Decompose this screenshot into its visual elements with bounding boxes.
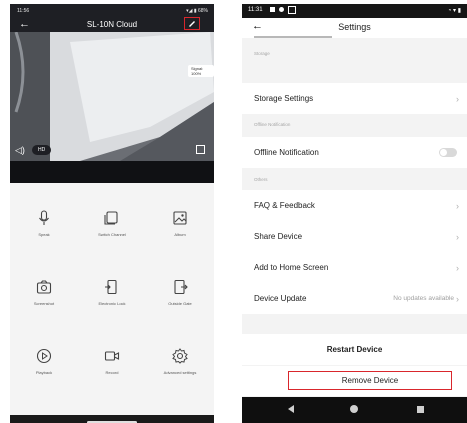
- control-label: Switch Channel: [98, 232, 126, 237]
- album-control[interactable]: Album: [146, 210, 214, 237]
- camera-header: ← SL-10N Cloud: [10, 17, 214, 32]
- speaker-icon[interactable]: ◁): [15, 145, 25, 156]
- control-label: Playback: [35, 370, 53, 375]
- navigation-bar: [242, 397, 467, 423]
- notification-icon: [270, 7, 275, 12]
- signal-badge: Signal: 100%: [188, 65, 214, 77]
- remove-device-area: Remove Device: [242, 366, 467, 396]
- page-title: Settings: [338, 22, 371, 32]
- switch-channel-icon: [104, 211, 118, 225]
- status-time: 11:31: [248, 7, 263, 13]
- section-storage: Storage: [254, 51, 270, 56]
- control-label: Album: [174, 232, 186, 237]
- mic-icon: [39, 210, 49, 225]
- electronic-lock-control[interactable]: Electronic Lock: [78, 279, 146, 306]
- status-time: 11:56: [17, 8, 30, 14]
- playback-control[interactable]: Playback: [10, 348, 78, 375]
- status-bar: 11:31 ◔ ▾ ▮: [242, 4, 467, 18]
- settings-screen: 11:31 ◔ ▾ ▮ ← Settings Storage Storage S…: [242, 4, 467, 423]
- record-control[interactable]: Record: [78, 348, 146, 375]
- row-share-device[interactable]: Share Device ›: [242, 221, 467, 252]
- advanced-settings-control[interactable]: Advanced settings: [146, 348, 214, 375]
- chevron-right-icon: ›: [456, 293, 459, 304]
- row-add-to-home-screen[interactable]: Add to Home Screen ›: [242, 252, 467, 283]
- outside-gate-icon: [174, 279, 188, 295]
- camera-live-screen: 11:56 ▾◢ ▮ 68% ← SL-10N Cloud Signal: 10…: [10, 4, 214, 423]
- row-label: FAQ & Feedback: [254, 201, 315, 210]
- row-label: Storage Settings: [254, 94, 314, 103]
- control-label: Speak: [38, 232, 50, 237]
- toggle-knob: [440, 149, 447, 156]
- camera-icon: [36, 280, 52, 294]
- gear-icon: [172, 348, 188, 364]
- nav-home-icon[interactable]: [350, 405, 358, 413]
- row-label: Add to Home Screen: [254, 263, 329, 272]
- pencil-icon: [189, 21, 195, 27]
- control-label: Outside Gate: [168, 301, 192, 306]
- fullscreen-icon[interactable]: [196, 145, 205, 154]
- row-label: Offline Notification: [254, 148, 319, 157]
- screenshot-control[interactable]: Screenshot: [10, 279, 78, 306]
- notification-icon: [288, 6, 296, 14]
- offline-notification-toggle[interactable]: [439, 148, 457, 157]
- status-indicators: ◔ ▾ ▮: [447, 8, 461, 14]
- chevron-right-icon: ›: [456, 200, 459, 211]
- chevron-right-icon: ›: [456, 231, 459, 242]
- outside-gate-control[interactable]: Outside Gate: [146, 279, 214, 306]
- chevron-right-icon: ›: [456, 93, 459, 104]
- navigation-bar: [10, 415, 214, 423]
- edit-button[interactable]: [184, 17, 200, 30]
- row-device-update[interactable]: Device Update No updates available ›: [242, 283, 467, 314]
- row-offline-notification: Offline Notification: [242, 137, 467, 168]
- settings-header: ← Settings: [242, 18, 467, 38]
- camera-video-feed[interactable]: Signal: 100% ◁) HD: [10, 32, 214, 161]
- chevron-right-icon: ›: [456, 262, 459, 273]
- video-frame: [10, 32, 214, 161]
- hd-quality-toggle[interactable]: HD: [32, 145, 52, 155]
- album-icon: [173, 211, 187, 225]
- restart-device-button[interactable]: Restart Device: [242, 334, 467, 365]
- nav-back-icon[interactable]: [288, 405, 294, 413]
- control-label: Advanced settings: [163, 370, 197, 375]
- speak-control[interactable]: Speak: [10, 210, 78, 237]
- status-bar: 11:56 ▾◢ ▮ 68%: [10, 4, 214, 17]
- control-label: Record: [105, 370, 119, 375]
- electronic-lock-icon: [105, 279, 117, 295]
- playback-icon: [36, 348, 52, 364]
- row-storage-settings[interactable]: Storage Settings ›: [242, 83, 467, 114]
- row-label: Share Device: [254, 232, 303, 241]
- status-indicators: ▾◢ ▮ 68%: [186, 8, 208, 14]
- notification-icon: [279, 7, 284, 12]
- device-update-status: No updates available: [393, 295, 454, 302]
- section-others: Others: [254, 177, 268, 182]
- control-label: Screenshot: [33, 301, 55, 306]
- nav-recents-icon[interactable]: [417, 406, 424, 413]
- control-label: Electronic Lock: [98, 301, 126, 306]
- row-faq-feedback[interactable]: FAQ & Feedback ›: [242, 190, 467, 221]
- switch-channel-control[interactable]: Switch Channel: [78, 210, 146, 237]
- record-icon: [104, 351, 120, 361]
- remove-device-button[interactable]: Remove Device: [288, 371, 452, 390]
- scrolled-row-fragment: [254, 34, 344, 38]
- row-label: Device Update: [254, 294, 307, 303]
- section-offline: Offline Notification: [254, 122, 291, 127]
- video-divider: [10, 161, 214, 183]
